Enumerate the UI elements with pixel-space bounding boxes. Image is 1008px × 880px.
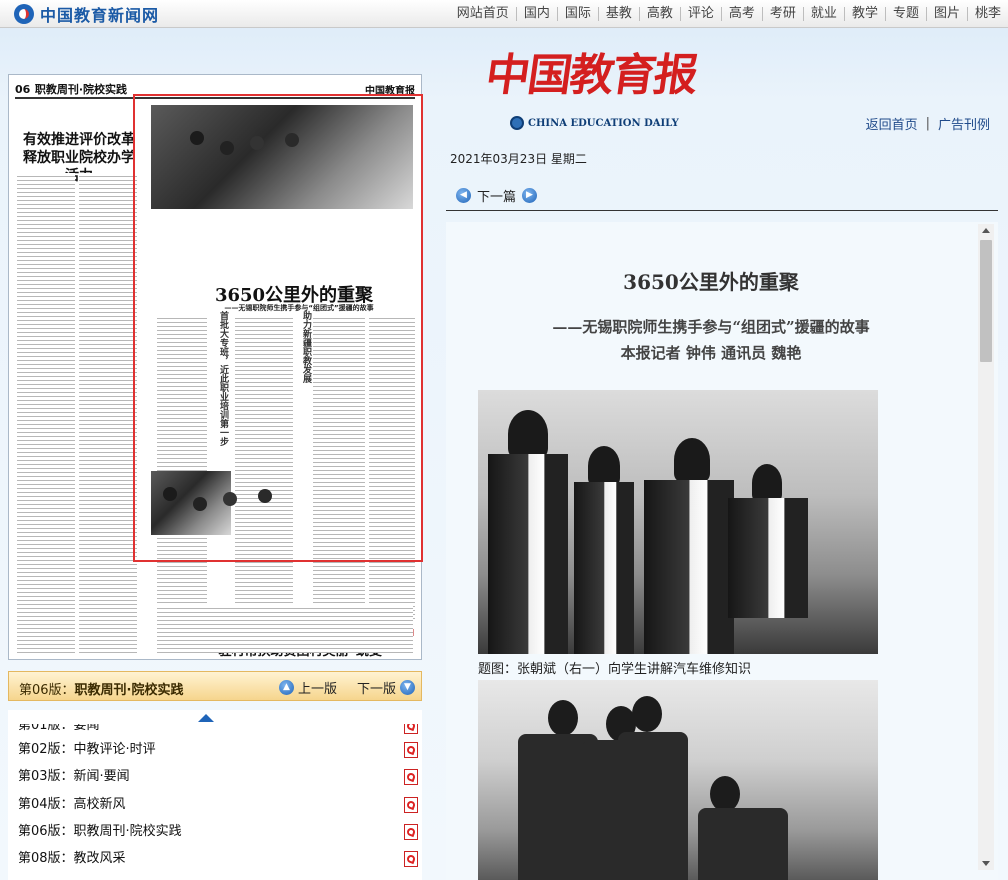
newspaper-page-number: 06 bbox=[15, 83, 31, 96]
edition-bar: 第06版：职教周刊·院校实践 ▲ 上一版 下一版 ▼ bbox=[8, 671, 422, 701]
edition-title: 第03版：新闻·要闻 bbox=[18, 769, 130, 784]
header-links: 返回首页 | 广告刊例 bbox=[866, 114, 990, 133]
nav-employment[interactable]: 就业 bbox=[802, 7, 844, 21]
arrow-right-icon[interactable]: ▶ bbox=[522, 188, 538, 203]
article-title: 3650公里外的重聚 bbox=[623, 270, 799, 294]
newspaper-text-column bbox=[17, 173, 75, 653]
site-logo-icon bbox=[14, 4, 34, 24]
article-nav: ◀ 下一篇 ▶ bbox=[456, 186, 538, 205]
pdf-icon[interactable] bbox=[404, 851, 418, 867]
nav-higher-edu[interactable]: 高教 bbox=[638, 7, 680, 21]
article-scrollbar[interactable] bbox=[978, 224, 994, 870]
nav-pictures[interactable]: 图片 bbox=[925, 7, 967, 21]
edition-title: 第04版：高校新风 bbox=[18, 797, 126, 812]
article-byline: 本报记者 钟伟 通讯员 魏艳 bbox=[620, 344, 802, 362]
scroll-down-icon[interactable] bbox=[982, 861, 990, 866]
nav-gaokao[interactable]: 高考 bbox=[720, 7, 762, 21]
edition-title: 第08版：教改风采 bbox=[18, 851, 126, 866]
current-edition-label: 第06版：职教周刊·院校实践 bbox=[19, 679, 184, 698]
nav-basic-edu[interactable]: 基教 bbox=[597, 7, 639, 21]
article-subtitle: ——无锡职院师生携手参与“组团式”援疆的故事 bbox=[552, 318, 870, 336]
pdf-icon[interactable] bbox=[404, 797, 418, 813]
ad-rates-link[interactable]: 广告刊例 bbox=[938, 114, 990, 133]
edition-title: 第01版：要闻 bbox=[18, 718, 100, 733]
globe-icon bbox=[510, 116, 524, 130]
nav-kaoyan[interactable]: 考研 bbox=[761, 7, 803, 21]
prev-edition-button[interactable]: ▲ 上一版 bbox=[279, 678, 337, 697]
pdf-icon[interactable] bbox=[404, 742, 418, 758]
scrollbar-thumb[interactable] bbox=[980, 240, 992, 362]
scroll-up-icon[interactable] bbox=[198, 714, 214, 722]
edition-title: 第02版：中教评论·时评 bbox=[18, 742, 156, 757]
divider bbox=[446, 210, 998, 211]
nav-domestic[interactable]: 国内 bbox=[515, 7, 557, 21]
edition-list-item[interactable]: 第08版：教改风采 bbox=[18, 849, 418, 869]
current-edition-name: 职教周刊·院校实践 bbox=[74, 683, 184, 698]
arrow-down-icon: ▼ bbox=[400, 680, 416, 695]
article-content: 3650公里外的重聚 ——无锡职院师生携手参与“组团式”援疆的故事 本报记者 钟… bbox=[446, 222, 998, 880]
next-edition-button[interactable]: 下一版 ▼ bbox=[357, 678, 416, 697]
photo-caption: 题图：张朝斌（右一）向学生讲解汽车维修知识 bbox=[478, 662, 752, 677]
scroll-up-icon[interactable] bbox=[982, 228, 990, 233]
edition-title: 第06版：职教周刊·院校实践 bbox=[18, 824, 182, 839]
top-nav: 网站首页 国内 国际 基教 高教 评论 高考 考研 就业 教学 专题 图片 桃李 bbox=[450, 0, 1008, 28]
masthead-title: 中国教育报 bbox=[482, 50, 700, 101]
selected-article-highlight[interactable] bbox=[133, 94, 423, 562]
pdf-icon[interactable] bbox=[404, 724, 418, 734]
nav-international[interactable]: 国际 bbox=[556, 7, 598, 21]
top-bar: 中国教育新闻网 网站首页 国内 国际 基教 高教 评论 高考 考研 就业 教学 … bbox=[0, 0, 1008, 28]
nav-taoli[interactable]: 桃李 bbox=[966, 7, 1008, 21]
edition-list-item[interactable]: 第06版：职教周刊·院校实践 bbox=[18, 822, 418, 842]
current-edition-prefix: 第06版： bbox=[19, 683, 75, 698]
edition-list[interactable]: 第01版：要闻 第02版：中教评论·时评 第03版：新闻·要闻 第04版：高校新… bbox=[8, 710, 422, 880]
masthead-english: CHINA EDUCATION DAILY bbox=[510, 116, 679, 130]
nav-commentary[interactable]: 评论 bbox=[679, 7, 721, 21]
article-photo-2 bbox=[478, 680, 878, 880]
nav-special[interactable]: 专题 bbox=[884, 7, 926, 21]
masthead-english-title: CHINA EDUCATION DAILY bbox=[528, 117, 679, 129]
pdf-icon[interactable] bbox=[404, 769, 418, 785]
edition-list-item[interactable]: 第01版：要闻 bbox=[18, 718, 418, 736]
edition-list-item[interactable]: 第04版：高校新风 bbox=[18, 795, 418, 815]
edition-list-item[interactable]: 第02版：中教评论·时评 bbox=[18, 740, 418, 760]
arrow-up-icon: ▲ bbox=[279, 680, 294, 695]
pdf-icon[interactable] bbox=[404, 824, 418, 840]
newspaper-page-name: 职教周刊·院校实践 bbox=[34, 83, 128, 96]
arrow-left-icon[interactable]: ◀ bbox=[456, 188, 471, 203]
site-name: 中国教育新闻网 bbox=[40, 6, 160, 25]
newspaper-text-column bbox=[79, 173, 137, 653]
article-photo-1 bbox=[478, 390, 878, 654]
next-edition-label: 下一版 bbox=[357, 682, 397, 697]
next-article-link[interactable]: 下一篇 bbox=[477, 186, 516, 205]
nav-teaching[interactable]: 教学 bbox=[843, 7, 885, 21]
issue-date: 2021年03月23日 星期二 bbox=[450, 152, 587, 166]
nav-home[interactable]: 网站首页 bbox=[450, 7, 516, 21]
site-brand[interactable]: 中国教育新闻网 bbox=[14, 3, 159, 25]
prev-edition-label: 上一版 bbox=[298, 682, 338, 697]
back-home-link[interactable]: 返回首页 bbox=[866, 114, 918, 133]
newspaper-text-column bbox=[157, 605, 413, 653]
edition-list-item[interactable]: 第03版：新闻·要闻 bbox=[18, 767, 418, 787]
link-separator: | bbox=[925, 116, 930, 131]
